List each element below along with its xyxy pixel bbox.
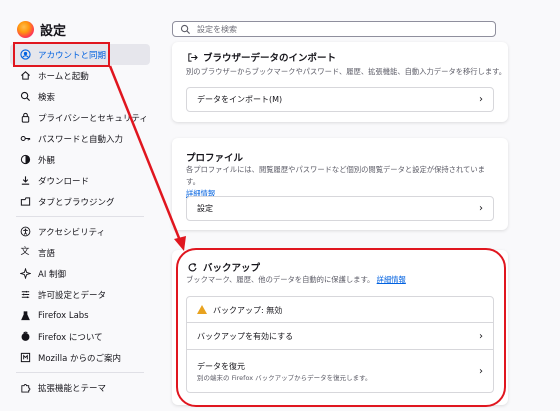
- profiles-settings-button[interactable]: 設定 ›: [186, 196, 494, 221]
- ai-icon: [19, 268, 31, 280]
- settings-search: [172, 21, 496, 37]
- tabs-icon: [19, 196, 31, 208]
- lock-icon: [19, 112, 31, 124]
- sidebar-item-label: 言語: [38, 248, 56, 259]
- permissions-icon: [19, 289, 31, 301]
- import-header: ブラウザーデータのインポート: [186, 50, 336, 64]
- sidebar-item-home[interactable]: ホームと起動: [10, 65, 150, 86]
- sidebar-item-about-firefox[interactable]: Firefox について: [10, 326, 150, 347]
- sidebar-item-label: 外観: [38, 155, 56, 166]
- import-description: 別のブラウザーからブックマークやパスワード、履歴、拡張機能、自動入力データを移行…: [186, 67, 507, 76]
- firefox-logo-icon: [17, 21, 34, 38]
- accessibility-icon: [19, 226, 31, 238]
- sidebar-item-language[interactable]: 文 言語: [10, 242, 150, 263]
- profiles-title: プロファイル: [186, 153, 244, 164]
- flask-icon: [19, 310, 31, 322]
- sidebar-item-firefox-labs[interactable]: Firefox Labs: [10, 305, 150, 326]
- import-data-button[interactable]: データをインポート(M) ›: [186, 87, 494, 112]
- sidebar-item-label: Firefox について: [38, 332, 103, 343]
- annotation-highlight-box: [13, 42, 110, 67]
- language-icon: 文: [20, 247, 30, 257]
- key-icon: [19, 133, 31, 145]
- sidebar-item-label: 拡張機能とテーマ: [38, 383, 107, 394]
- sidebar-item-label: Mozilla からのご案内: [38, 353, 121, 364]
- sidebar-item-search[interactable]: 検索: [10, 86, 150, 107]
- sidebar-item-label: ダウンロード: [38, 176, 90, 187]
- sidebar-item-mozilla[interactable]: Mozilla からのご案内: [10, 347, 150, 368]
- sidebar-item-label: アクセシビリティ: [38, 227, 106, 238]
- profiles-desc-text: 各プロファイルには、閲覧履歴やパスワードなど個別の閲覧データと設定が保持されてい…: [186, 165, 485, 186]
- sidebar-item-label: パスワードと自動入力: [38, 134, 124, 145]
- home-icon: [19, 70, 31, 82]
- import-title: ブラウザーデータのインポート: [203, 53, 337, 64]
- profiles-card: プロファイル 各プロファイルには、閲覧履歴やパスワードなど個別の閲覧データと設定…: [172, 138, 508, 230]
- sidebar-divider: [16, 216, 144, 217]
- search-input[interactable]: [197, 24, 487, 34]
- sidebar-item-ai-controls[interactable]: AI 制御: [10, 263, 150, 284]
- brand: 設定: [17, 20, 66, 39]
- sidebar-item-permissions[interactable]: 許可設定とデータ: [10, 284, 150, 305]
- sidebar-item-label: 検索: [38, 92, 56, 103]
- sidebar-item-label: タブとブラウジング: [38, 197, 115, 208]
- sidebar-item-label: プライバシーとセキュリティ: [38, 113, 148, 124]
- page-title: 設定: [40, 24, 67, 39]
- download-icon: [19, 175, 31, 187]
- sidebar-item-accessibility[interactable]: アクセシビリティ: [10, 221, 150, 242]
- mozilla-icon: [19, 352, 31, 364]
- search-icon: [179, 23, 191, 35]
- import-icon: [186, 51, 198, 63]
- sidebar-item-label: AI 制御: [38, 269, 67, 280]
- sidebar-item-tabs[interactable]: タブとブラウジング: [10, 191, 150, 212]
- profiles-settings-label: 設定: [197, 204, 213, 213]
- sidebar-item-extensions[interactable]: 拡張機能とテーマ: [10, 377, 150, 398]
- sidebar-item-passwords[interactable]: パスワードと自動入力: [10, 128, 150, 149]
- sidebar-divider: [16, 372, 144, 373]
- chevron-right-icon: ›: [479, 94, 483, 105]
- sidebar-nav: アカウントと同期 ホームと起動 検索 プライバシーとセキュリティ パスワードと自…: [10, 44, 150, 398]
- search-icon: [19, 91, 31, 103]
- extensions-icon: [19, 382, 31, 394]
- sidebar-item-label: 許可設定とデータ: [38, 290, 107, 301]
- appearance-icon: [19, 154, 31, 166]
- annotation-highlight-rounded: [176, 248, 506, 407]
- firefox-icon: [19, 331, 31, 343]
- import-card: ブラウザーデータのインポート 別のブラウザーからブックマークやパスワード、履歴、…: [172, 42, 508, 122]
- import-data-label: データをインポート(M): [197, 95, 283, 104]
- sidebar-item-privacy[interactable]: プライバシーとセキュリティ: [10, 107, 150, 128]
- sidebar-item-appearance[interactable]: 外観: [10, 149, 150, 170]
- chevron-right-icon: ›: [479, 203, 483, 214]
- profiles-description: 各プロファイルには、閲覧履歴やパスワードなど個別の閲覧データと設定が保持されてい…: [186, 164, 496, 200]
- sidebar-item-downloads[interactable]: ダウンロード: [10, 170, 150, 191]
- sidebar-item-label: Firefox Labs: [38, 310, 89, 321]
- sidebar-item-label: ホームと起動: [38, 71, 89, 82]
